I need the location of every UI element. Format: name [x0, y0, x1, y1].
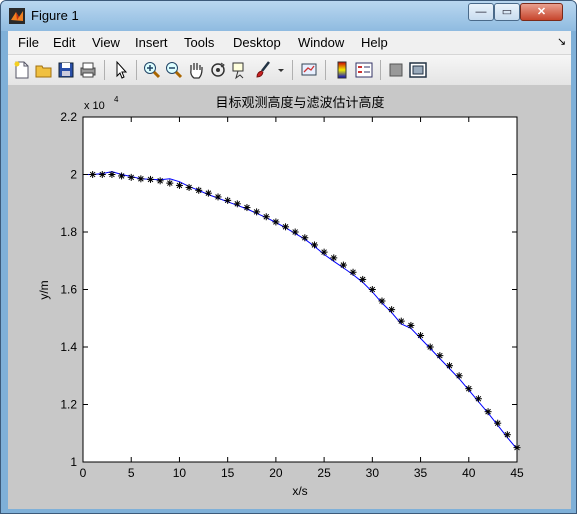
- x-axis-label: x/s: [292, 484, 307, 498]
- menu-view[interactable]: View: [92, 35, 120, 50]
- observation-point: [455, 372, 463, 380]
- hide-plot-tools-icon[interactable]: [386, 60, 406, 80]
- figure-toolbar: [8, 54, 571, 86]
- toolbar-separator: [136, 60, 137, 80]
- colorbar-icon[interactable]: [332, 60, 352, 80]
- brush-icon[interactable]: [254, 60, 274, 80]
- toolbar-separator: [325, 60, 326, 80]
- observation-point: [185, 183, 193, 191]
- brush-dropdown-icon[interactable]: [276, 60, 286, 80]
- y-tick-label: 1.6: [60, 283, 77, 297]
- menu-edit[interactable]: Edit: [53, 35, 75, 50]
- y-tick-label: 1: [70, 455, 77, 469]
- menu-file[interactable]: File: [18, 35, 39, 50]
- zoom-out-icon[interactable]: [164, 60, 184, 80]
- maximize-button[interactable]: ▭: [494, 3, 520, 21]
- figure-canvas: 0 5 10 15 20 25 30 35 40 45 1 1.2 1.4 1.6 1.8 2 2.2 目标观测…: [8, 85, 571, 509]
- menu-help[interactable]: Help: [361, 35, 388, 50]
- x-tick-label: 40: [462, 466, 476, 480]
- y-tick-label: 1.8: [60, 225, 77, 239]
- observation-point: [243, 204, 251, 212]
- matlab-icon: [9, 8, 25, 24]
- observation-point: [89, 171, 97, 178]
- save-icon[interactable]: [56, 60, 76, 80]
- x-tick-label: 35: [414, 466, 428, 480]
- data-cursor-icon[interactable]: [230, 60, 250, 80]
- menu-tools[interactable]: Tools: [184, 35, 214, 50]
- observation-point: [195, 186, 203, 194]
- dock-arrow-icon[interactable]: ↘: [557, 35, 566, 48]
- menu-window[interactable]: Window: [298, 35, 344, 50]
- observation-point: [98, 171, 106, 178]
- x-tick-label: 20: [269, 466, 283, 480]
- y-exponent-label: x 10: [84, 100, 105, 112]
- y-axis-label: y/m: [37, 280, 51, 299]
- open-file-icon[interactable]: [34, 60, 54, 80]
- menu-insert[interactable]: Insert: [135, 35, 168, 50]
- link-plot-icon[interactable]: [299, 60, 319, 80]
- new-figure-icon[interactable]: [12, 60, 32, 80]
- observation-point: [214, 193, 222, 201]
- x-tick-label: 45: [510, 466, 524, 480]
- x-tick-label: 25: [317, 466, 331, 480]
- observation-point: [118, 172, 126, 180]
- toolbar-separator: [380, 60, 381, 80]
- observation-point: [156, 177, 164, 185]
- observation-point: [445, 362, 453, 370]
- observation-point: [108, 171, 116, 178]
- x-tick-label: 30: [366, 466, 380, 480]
- y-exponent-power: 4: [114, 95, 119, 104]
- zoom-in-icon[interactable]: [142, 60, 162, 80]
- axes-background: [83, 117, 517, 462]
- observation-point: [233, 200, 241, 208]
- show-plot-tools-icon[interactable]: [408, 60, 428, 80]
- y-tick-label: 2.2: [60, 110, 77, 124]
- arrow-pointer-icon[interactable]: [111, 60, 131, 80]
- print-icon[interactable]: [78, 60, 98, 80]
- pan-hand-icon[interactable]: [186, 60, 206, 80]
- x-tick-label: 5: [128, 466, 135, 480]
- chart[interactable]: 0 5 10 15 20 25 30 35 40 45 1 1.2 1.4 1.6 1.8 2 2.2 目标观测…: [8, 85, 571, 509]
- y-tick-label: 2: [70, 168, 77, 182]
- menu-desktop[interactable]: Desktop: [233, 35, 281, 50]
- toolbar-separator: [292, 60, 293, 80]
- chart-title: 目标观测高度与滤波估计高度: [215, 95, 384, 110]
- minimize-button[interactable]: —: [468, 3, 494, 21]
- y-tick-label: 1.2: [60, 398, 77, 412]
- y-tick-label: 1.4: [60, 340, 77, 354]
- menu-bar: File Edit View Insert Tools Desktop Wind…: [8, 31, 571, 54]
- legend-icon[interactable]: [354, 60, 374, 80]
- figure-window: Figure 1 — ▭ ✕ File Edit View Insert Too…: [0, 0, 577, 514]
- title-bar[interactable]: Figure 1 — ▭ ✕: [1, 1, 576, 31]
- observation-point: [175, 181, 183, 189]
- observation-point: [166, 179, 174, 187]
- x-tick-label: 10: [173, 466, 187, 480]
- x-tick-label: 0: [80, 466, 87, 480]
- rotate-3d-icon[interactable]: [208, 60, 228, 80]
- observation-point: [137, 175, 145, 183]
- observation-point: [224, 196, 232, 204]
- window-title: Figure 1: [31, 8, 79, 23]
- observation-point: [147, 175, 155, 183]
- toolbar-separator: [104, 60, 105, 80]
- x-tick-label: 15: [221, 466, 235, 480]
- close-button[interactable]: ✕: [520, 3, 563, 21]
- observation-point: [204, 189, 212, 197]
